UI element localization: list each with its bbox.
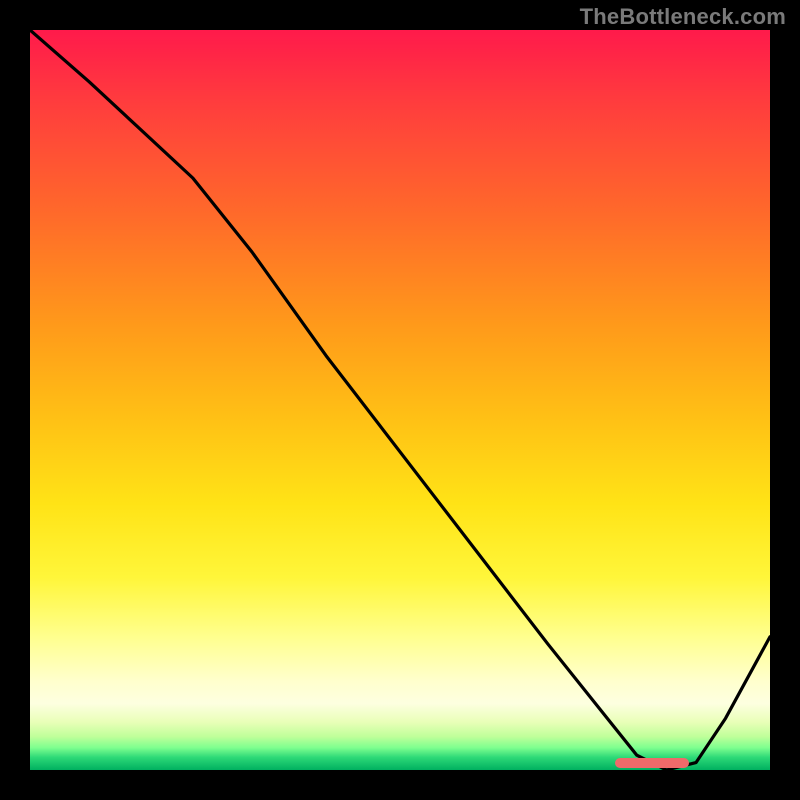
watermark-text: TheBottleneck.com: [580, 4, 786, 30]
chart-stage: TheBottleneck.com: [0, 0, 800, 800]
optimum-range-marker: [615, 758, 689, 768]
bottleneck-curve-line: [30, 30, 770, 770]
plot-area: [30, 30, 770, 770]
